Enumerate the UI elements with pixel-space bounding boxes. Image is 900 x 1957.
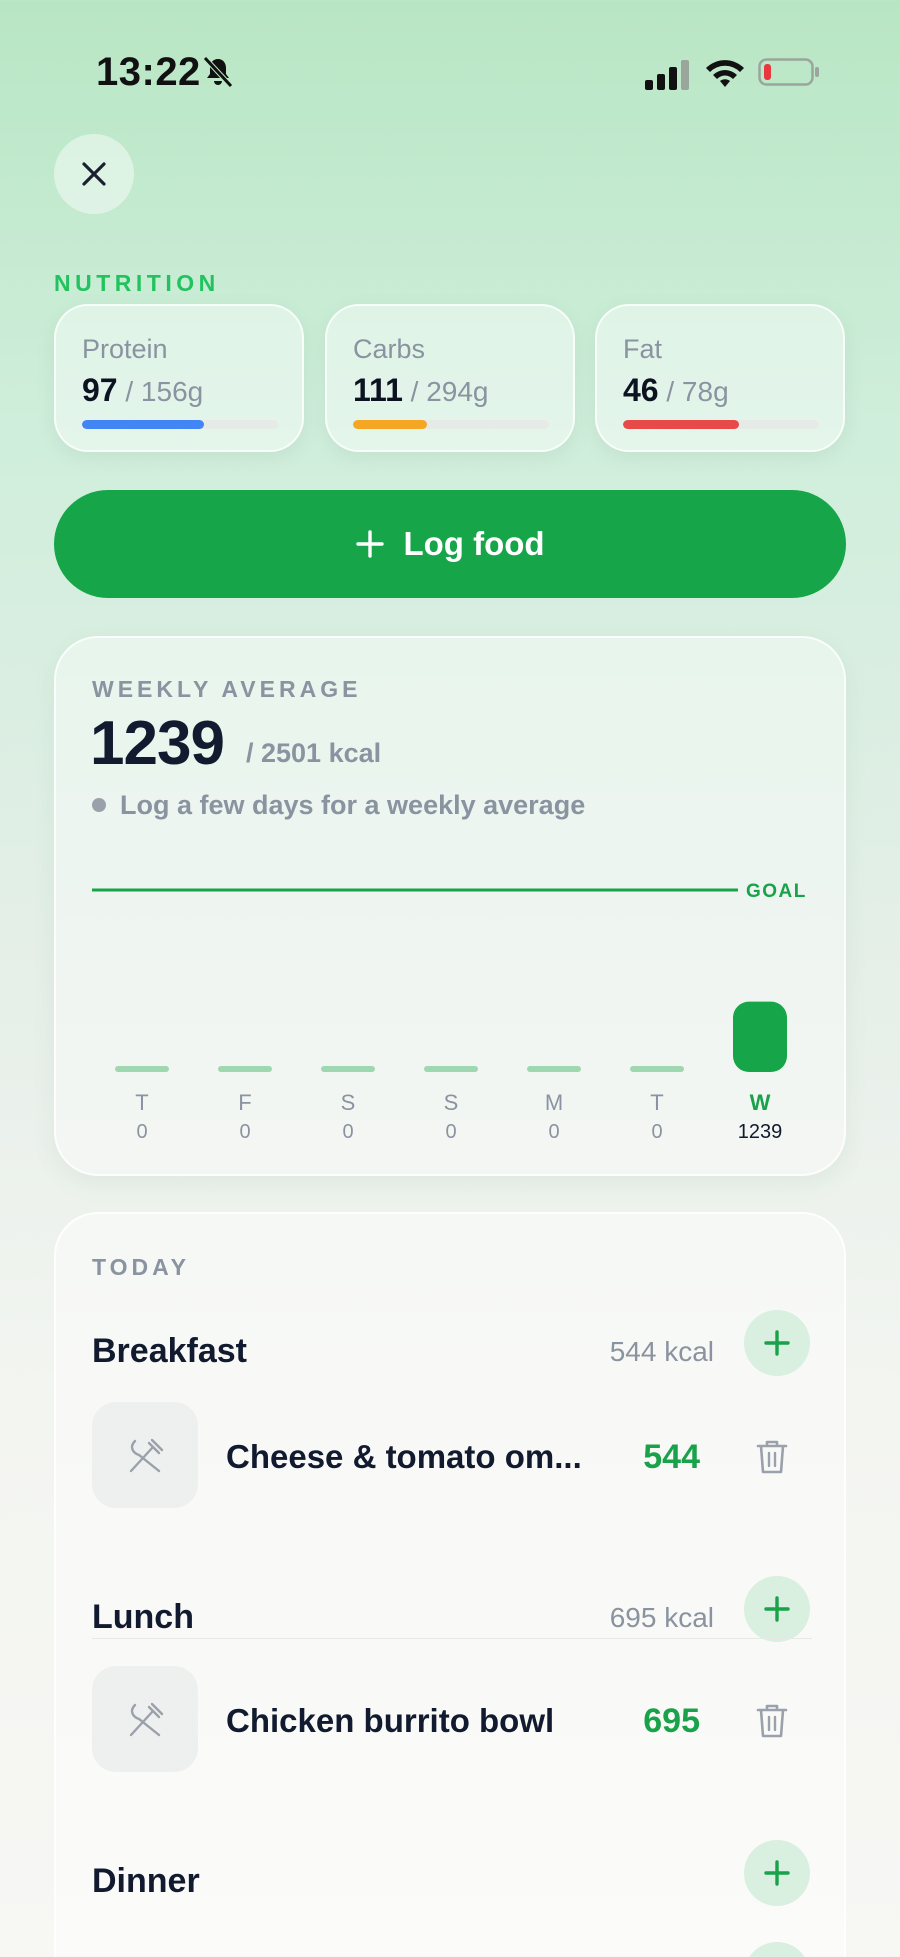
chart-day-label: W: [750, 1090, 771, 1115]
battery-icon: [758, 58, 819, 86]
add-dinner-button[interactable]: [744, 1840, 810, 1906]
add-snack-button[interactable]: [744, 1942, 810, 1957]
cellular-signal-icon: [645, 60, 689, 90]
today-card: TODAY Breakfast 544 kcal Cheese & tomato…: [54, 1212, 846, 1957]
plus-icon: [764, 1330, 790, 1356]
chart-bar: [218, 1066, 272, 1072]
macro-goal: / 156g: [117, 376, 204, 407]
macro-current: 97: [82, 372, 118, 408]
macro-card-fat[interactable]: Fat 46 / 78g: [595, 304, 845, 452]
macro-progress-fill: [353, 420, 428, 429]
fork-knife-icon: [129, 1438, 164, 1473]
chart-day-label: T: [135, 1090, 148, 1115]
close-button[interactable]: [54, 134, 134, 214]
chart-bar: [321, 1066, 375, 1072]
wifi-icon: [706, 60, 744, 87]
macro-card-protein[interactable]: Protein 97 / 156g: [54, 304, 304, 452]
macro-progress-fill: [623, 420, 739, 429]
plus-icon: [764, 1596, 790, 1622]
food-thumbnail: [92, 1666, 198, 1772]
chart-value-label: 0: [342, 1121, 353, 1143]
chart-day-label: S: [341, 1090, 356, 1115]
plus-icon: [356, 530, 385, 558]
macro-values: 97 / 156g: [82, 372, 203, 409]
macro-current: 46: [623, 372, 659, 408]
chart-bar: [115, 1066, 169, 1072]
chart-bar: [630, 1066, 684, 1072]
weekly-average-card: WEEKLY AVERAGE 1239 / 2501 kcal Log a fe…: [54, 636, 846, 1176]
goal-marker-label: GOAL: [746, 881, 807, 902]
divider: [92, 1638, 812, 1639]
add-lunch-button[interactable]: [744, 1576, 810, 1642]
trash-icon[interactable]: [754, 1702, 790, 1740]
meal-kcal-breakfast: 544 kcal: [609, 1336, 714, 1367]
macro-progress-track: [82, 420, 278, 429]
close-icon: [82, 162, 106, 186]
meal-title-breakfast: Breakfast: [92, 1332, 247, 1370]
chart-value-label: 0: [445, 1121, 456, 1143]
macro-values: 46 / 78g: [623, 372, 729, 409]
meal-title-dinner: Dinner: [92, 1862, 200, 1900]
macro-progress-track: [623, 420, 819, 429]
chart-value-label: 0: [651, 1121, 662, 1143]
bell-muted-icon: [203, 56, 233, 88]
macro-progress-track: [353, 420, 549, 429]
chart-bar: [527, 1066, 581, 1072]
nutrition-section-label: NUTRITION: [54, 270, 220, 296]
macro-goal: / 294g: [402, 376, 489, 407]
status-time: 13:22: [96, 50, 201, 94]
macro-name: Fat: [623, 334, 663, 364]
food-entry-kcal: 695: [643, 1702, 700, 1740]
today-section-label: TODAY: [92, 1254, 190, 1280]
chart-value-label: 0: [136, 1121, 147, 1143]
chart-value-label: 0: [548, 1121, 559, 1143]
macro-name: Carbs: [353, 334, 426, 364]
chart-value-label: 0: [239, 1121, 250, 1143]
macro-current: 111: [353, 372, 403, 408]
log-food-label: Log food: [403, 525, 545, 562]
macro-name: Protein: [82, 334, 168, 364]
chart-day-label: F: [238, 1090, 251, 1115]
macro-progress-fill: [82, 420, 204, 429]
log-food-button[interactable]: Log food: [54, 490, 846, 598]
meal-title-lunch: Lunch: [92, 1598, 194, 1636]
chart-bar: [424, 1066, 478, 1072]
fork-knife-icon: [129, 1702, 164, 1737]
chart-day-label: T: [650, 1090, 663, 1115]
food-entry-name[interactable]: Chicken burrito bowl: [226, 1702, 554, 1740]
trash-icon[interactable]: [754, 1438, 790, 1476]
food-entry-kcal: 544: [643, 1438, 700, 1476]
chart-day-label: S: [444, 1090, 459, 1115]
macro-values: 111 / 294g: [353, 372, 489, 409]
macro-card-carbs[interactable]: Carbs 111 / 294g: [325, 304, 575, 452]
meal-kcal-lunch: 695 kcal: [609, 1602, 714, 1633]
chart-day-label: M: [545, 1090, 563, 1115]
food-entry-name[interactable]: Cheese & tomato om...: [226, 1438, 582, 1476]
chart-value-label: 1239: [738, 1121, 783, 1143]
weekly-bar-chart: GOAL T 0 F 0 S 0 S 0 M 0 T 0 W 1239: [92, 881, 807, 1143]
macro-goal: / 78g: [658, 376, 729, 407]
chart-bar: [733, 1001, 787, 1072]
add-breakfast-button[interactable]: [744, 1310, 810, 1376]
plus-icon: [764, 1860, 790, 1886]
food-thumbnail: [92, 1402, 198, 1508]
status-bar: 13:22: [0, 0, 900, 150]
